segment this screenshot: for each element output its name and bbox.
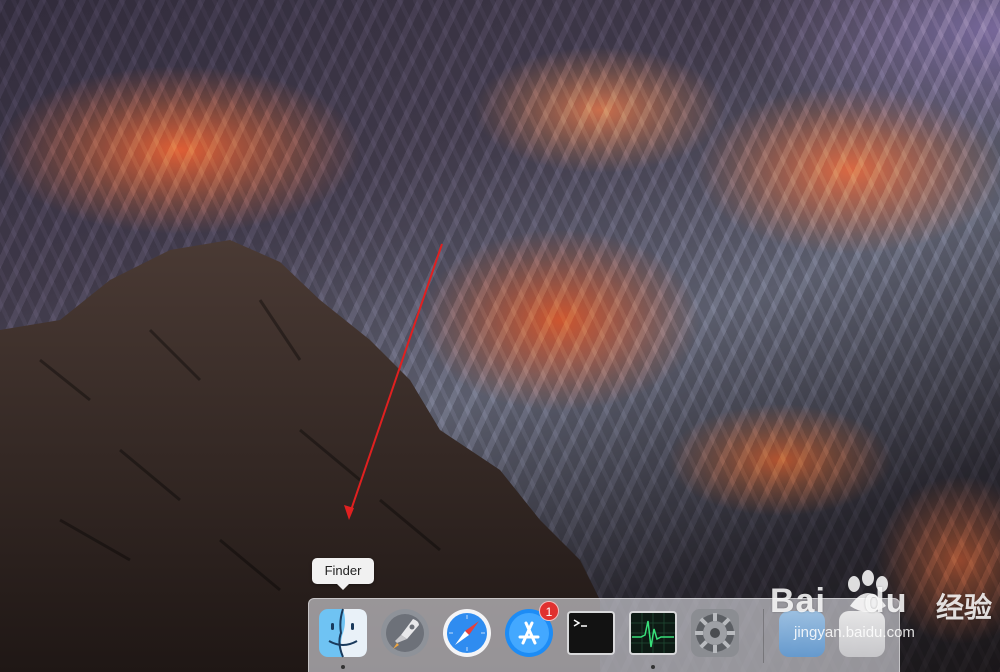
activity-monitor-icon bbox=[629, 611, 677, 655]
finder-tooltip: Finder bbox=[312, 558, 374, 590]
watermark-url: jingyan.baidu.com bbox=[794, 624, 915, 641]
dock-item-finder[interactable] bbox=[317, 607, 369, 659]
dock-item-activity-monitor[interactable] bbox=[627, 607, 679, 659]
app-store-badge: 1 bbox=[539, 601, 559, 621]
watermark-sub: 经验 bbox=[936, 592, 993, 623]
activity-monitor-running-indicator bbox=[651, 665, 655, 669]
finder-running-indicator bbox=[341, 665, 345, 669]
safari-icon bbox=[443, 609, 491, 657]
dock-item-safari[interactable] bbox=[441, 607, 493, 659]
system-preferences-icon bbox=[691, 609, 739, 657]
dock-item-system-preferences[interactable] bbox=[689, 607, 741, 659]
terminal-icon bbox=[567, 611, 615, 655]
tooltip-label: Finder bbox=[324, 563, 362, 578]
dock-item-terminal[interactable] bbox=[565, 607, 617, 659]
watermark-brand: Bai du bbox=[770, 582, 908, 620]
launchpad-icon bbox=[381, 609, 429, 657]
dock-item-launchpad[interactable] bbox=[379, 607, 431, 659]
finder-icon bbox=[319, 608, 367, 658]
baidu-watermark: Bai du 经验 jingyan.baidu.com bbox=[766, 570, 1000, 662]
dock-item-app-store[interactable]: 1 bbox=[503, 601, 559, 659]
dock-separator bbox=[763, 609, 764, 663]
